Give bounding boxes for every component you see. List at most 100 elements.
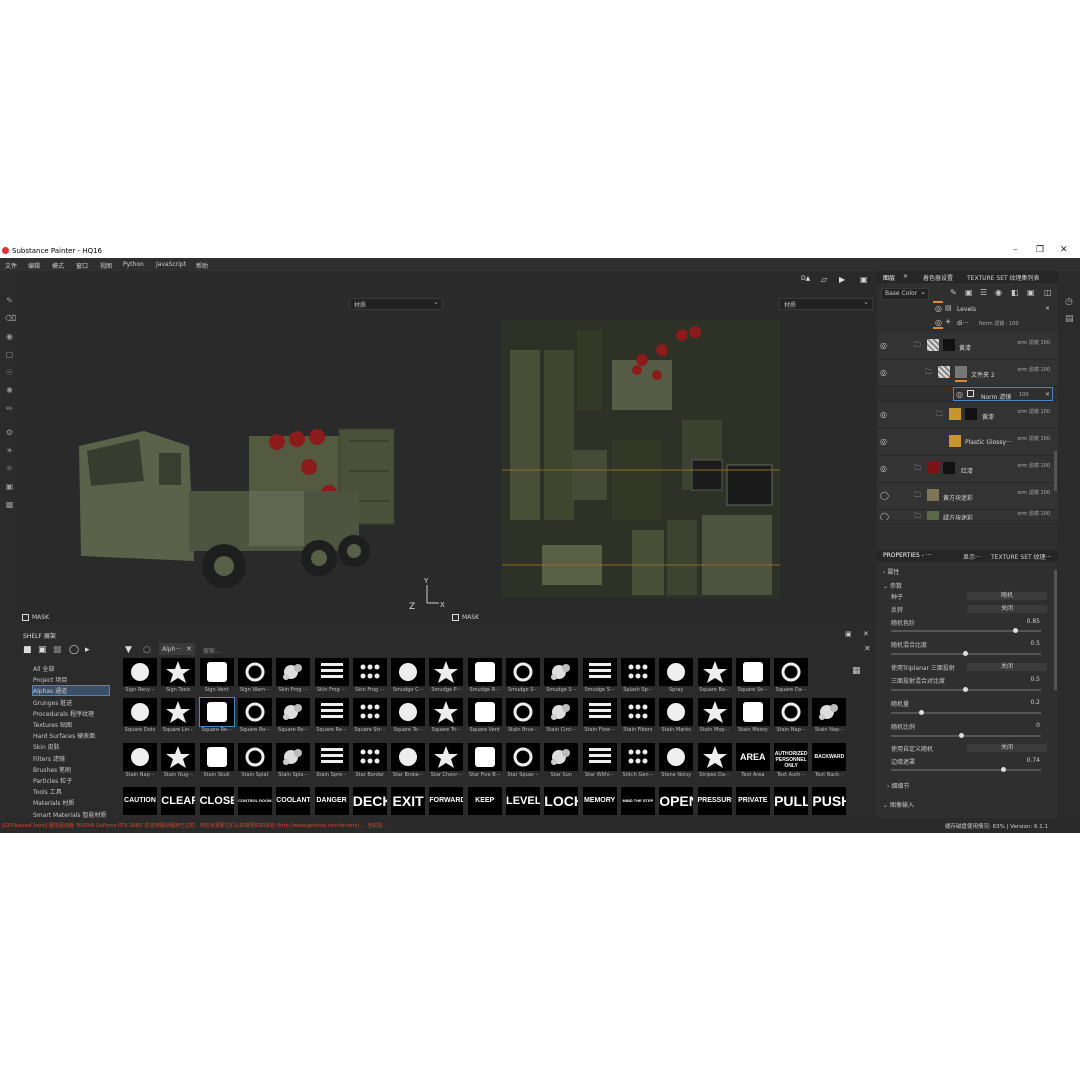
shelf-item[interactable]: OPEN	[659, 787, 694, 815]
viewport-3d[interactable]: 材质 ⌄ Z Y X MASK	[19, 271, 447, 624]
close-icon[interactable]: ✕	[1045, 305, 1050, 312]
camera-icon[interactable]: ☀	[5, 446, 14, 455]
shelf-category-item[interactable]: Brushes 笔刷	[33, 765, 71, 774]
shelf-item[interactable]: Star Sun	[544, 743, 579, 778]
shelf-category-item[interactable]: Filters 滤镜	[33, 754, 65, 763]
screenshot-camera-icon[interactable]: ▣	[860, 275, 868, 284]
section-parameters[interactable]: ⌄ 参数	[883, 581, 902, 590]
param-slider[interactable]	[891, 687, 1041, 692]
shelf-item[interactable]: DECK	[352, 787, 387, 815]
shelf-item[interactable]: Stripes Da···	[697, 743, 732, 778]
slider-handle[interactable]	[1001, 767, 1006, 772]
shelf-item[interactable]: Stain Mop···	[697, 698, 732, 733]
shelf-item[interactable]: Stain Marks	[659, 698, 694, 733]
shelf-item[interactable]: MEMORY	[582, 787, 617, 815]
param-slider[interactable]	[891, 733, 1041, 738]
eye-icon[interactable]: ◎	[880, 464, 887, 473]
menu-help[interactable]: 帮助	[196, 261, 208, 270]
invert-toggle[interactable]: 关闭	[967, 605, 1047, 613]
tab-layers[interactable]: 图层	[883, 273, 895, 282]
shelf-item[interactable]: Stain Nap···	[812, 698, 847, 733]
shelf-item[interactable]: BACKWARD Text Back···	[812, 743, 847, 778]
slider-handle[interactable]	[919, 710, 924, 715]
shelf-item[interactable]: Sign Recy···	[123, 658, 157, 693]
add-layer-icon[interactable]: ☰	[980, 288, 987, 297]
shelf-category-item[interactable]: Hard Surfaces 硬表面	[33, 731, 95, 740]
shelf-item[interactable]: Square To···	[391, 698, 426, 733]
shelf-category-item[interactable]: Procedurals 程序纹理	[33, 709, 94, 718]
slider-handle[interactable]	[963, 651, 968, 656]
eye-icon[interactable]: ◎	[880, 437, 887, 446]
shelf-category-item[interactable]: Textures 贴图	[33, 720, 72, 729]
shelf-item[interactable]: Smudge P···	[429, 658, 464, 693]
filter-icon[interactable]: ▼	[125, 645, 132, 655]
shelf-item[interactable]: Star Squar···	[506, 743, 540, 778]
menu-python[interactable]: Python	[123, 261, 144, 268]
search-icon[interactable]: ○	[143, 645, 151, 655]
truck-model[interactable]: Z Y X	[19, 271, 447, 624]
shelf-item[interactable]: Smudge S···	[506, 658, 540, 693]
channel-select[interactable]: Base Color ⌄	[881, 288, 929, 300]
shelf-item[interactable]: Stain Spre···	[314, 743, 349, 778]
eye-icon[interactable]: ◎	[880, 368, 887, 377]
shelf-item[interactable]: Square Da···	[774, 658, 809, 693]
shelf-item[interactable]: Square Re···	[198, 697, 235, 733]
slider-handle[interactable]	[1013, 628, 1018, 633]
shelf-item[interactable]: Square Lin···	[161, 698, 196, 733]
layer-row[interactable]: ◎ Plastic Glossy··· orm 滤镜 100	[877, 429, 1058, 456]
shelf-item[interactable]: PRIVATE	[735, 787, 770, 815]
shelf-item[interactable]: Stain Splat	[237, 743, 272, 778]
layer-blend[interactable]: orm 滤镜 100	[1017, 337, 1050, 350]
shelf-item[interactable]: Stone Noisy	[659, 743, 694, 778]
param-value[interactable]: 0.5	[1030, 640, 1040, 647]
shelf-category-item[interactable]: Grunges 脏迹	[33, 698, 72, 707]
shelf-category-item[interactable]: Tools 工具	[33, 787, 62, 796]
viewport-2d-channel-select[interactable]: 材质 ⌄	[779, 298, 873, 310]
shelf-item[interactable]: Splash Sp···	[620, 658, 655, 693]
eye-icon[interactable]: ◎	[956, 390, 963, 399]
param-value[interactable]: 0.74	[1027, 757, 1040, 764]
tab-texture-set[interactable]: TEXTURE SET 纹理···	[991, 552, 1051, 561]
shelf-item[interactable]: Stain Mossy	[735, 698, 770, 733]
shelf-item[interactable]: Stain Nap···	[123, 743, 157, 778]
video-camera-icon[interactable]: ▶	[839, 275, 845, 284]
param-value[interactable]: 0	[1036, 722, 1040, 729]
shelf-item[interactable]: Square Str···	[352, 698, 387, 733]
close-icon[interactable]: ✕	[1060, 245, 1068, 255]
layer-blend[interactable]: orm 滤镜 100	[1017, 406, 1050, 419]
clone-icon[interactable]: ✺	[5, 386, 14, 395]
shelf-item[interactable]: Stain Flow···	[582, 698, 617, 733]
eraser-icon[interactable]: ⌫	[5, 314, 16, 323]
shelf-item[interactable]: DANGER	[314, 787, 349, 815]
eye-icon[interactable]: ◯	[880, 491, 889, 500]
eye-icon[interactable]: ◎	[880, 410, 887, 419]
search-tag[interactable]: Alph··· ✕	[159, 643, 195, 655]
triplanar-toggle[interactable]: 关闭	[967, 663, 1047, 671]
layer-row[interactable]: ◎ 🗀 红漆 orm 滤镜 100	[877, 456, 1058, 483]
shelf-category-item[interactable]: Particles 粒子	[33, 776, 72, 785]
log-panel-icon[interactable]: ▤	[1065, 314, 1074, 324]
properties-scrollbar[interactable]	[1054, 570, 1057, 690]
shelf-item[interactable]: Skin Frog ···	[352, 658, 387, 693]
menu-javascript[interactable]: JavaScript	[156, 261, 186, 268]
shelf-item[interactable]: Stain Nap···	[774, 698, 809, 733]
shelf-item[interactable]: CLEAR	[161, 787, 196, 815]
shelf-item[interactable]: LEVEL	[506, 787, 540, 815]
render-mode-icon[interactable]: ▱	[821, 275, 827, 284]
log-icon[interactable]: ▩	[5, 500, 14, 509]
shelf-item[interactable]: Sign Warn···	[237, 658, 272, 693]
uv-texture-map[interactable]	[502, 320, 782, 598]
shelf-item[interactable]: Square Dots	[123, 698, 157, 733]
section-details[interactable]: › 细细节	[887, 781, 909, 790]
shelf-item[interactable]: COOLANT	[276, 787, 311, 815]
shelf-item[interactable]: CLOSE	[199, 787, 234, 815]
geometry-fill-icon[interactable]: ▢	[5, 350, 14, 359]
gpu-warning-text[interactable]: [GPUIssuesCheck] 图形驱动版 'NVIDIA GeForce R…	[2, 822, 387, 829]
shelf-category-item[interactable]: Skin 皮肤	[33, 742, 60, 751]
close-icon[interactable]: ✕	[1045, 391, 1050, 398]
close-icon[interactable]: ✕	[186, 645, 192, 653]
hide-icon[interactable]: ◯	[69, 645, 79, 655]
layer-row[interactable]: ◎ 🗀 文件夹 2 orm 滤镜 100	[877, 360, 1058, 387]
shelf-item[interactable]: Square Ro···	[237, 698, 272, 733]
layer-row[interactable]: ◎ 🗀 黄漆 orm 滤镜 100	[877, 333, 1058, 360]
